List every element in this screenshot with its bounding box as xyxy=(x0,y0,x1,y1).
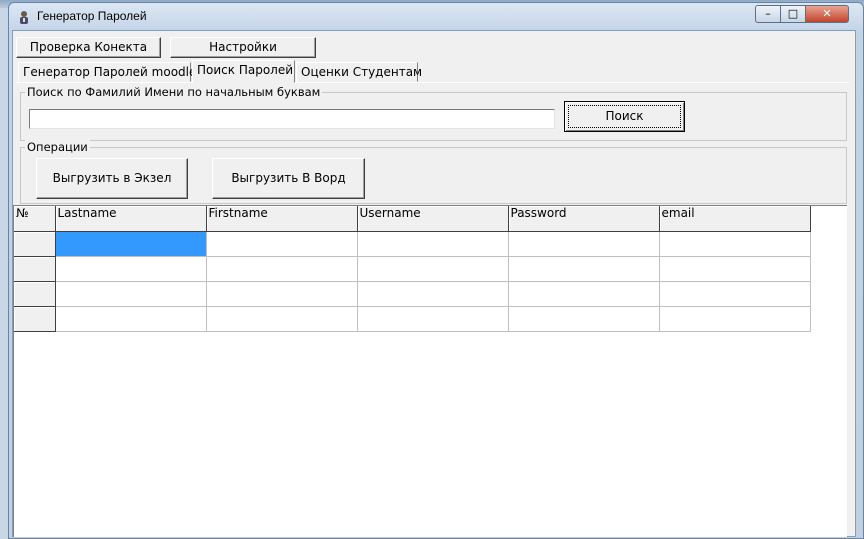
grid-cell[interactable] xyxy=(206,306,358,332)
results-table: № Lastname Firstname Username Password e… xyxy=(14,206,811,332)
grid-cell[interactable] xyxy=(659,256,811,282)
grid-cell[interactable] xyxy=(508,256,660,282)
table-row[interactable] xyxy=(14,281,811,307)
operations-group-label: Операции xyxy=(25,140,90,154)
row-header[interactable] xyxy=(14,306,56,332)
export-excel-button[interactable]: Выгрузить в Экзел xyxy=(36,158,188,199)
grid-cell[interactable] xyxy=(508,231,660,257)
grid-cell[interactable] xyxy=(206,256,358,282)
grid-cell[interactable] xyxy=(206,231,358,257)
tab-password-generator[interactable]: Генератор Паролей moodle xyxy=(18,62,196,82)
search-input[interactable] xyxy=(29,109,555,129)
grid-cell[interactable] xyxy=(659,306,811,332)
tab-panel xyxy=(16,82,849,83)
grid-cell[interactable] xyxy=(659,281,811,307)
tab-student-grades[interactable]: Оценки Студентам xyxy=(296,62,422,82)
grid-cell[interactable] xyxy=(357,256,509,282)
grid-cell[interactable] xyxy=(357,281,509,307)
row-header[interactable] xyxy=(14,281,56,307)
check-connection-button[interactable]: Проверка Конекта xyxy=(16,37,161,58)
column-header-username[interactable]: Username xyxy=(357,206,509,232)
column-header-password[interactable]: Password xyxy=(508,206,660,232)
app-icon xyxy=(20,11,28,24)
row-header[interactable] xyxy=(14,231,56,257)
results-grid[interactable]: № Lastname Firstname Username Password e… xyxy=(13,205,847,537)
grid-cell[interactable] xyxy=(357,306,509,332)
search-group-label: Поиск по Фамилий Имени по начальным букв… xyxy=(25,85,323,99)
grid-cell[interactable] xyxy=(55,256,207,282)
column-header-email[interactable]: email xyxy=(659,206,811,232)
grid-header-row: № Lastname Firstname Username Password e… xyxy=(14,206,811,232)
table-row[interactable] xyxy=(14,256,811,282)
export-word-button[interactable]: Выгрузить В Ворд xyxy=(212,158,365,199)
table-row[interactable] xyxy=(14,231,811,257)
tab-password-search[interactable]: Поиск Паролей xyxy=(192,60,295,83)
grid-cell[interactable] xyxy=(55,281,207,307)
table-row[interactable] xyxy=(14,306,811,332)
column-header-number[interactable]: № xyxy=(14,206,56,232)
column-header-lastname[interactable]: Lastname xyxy=(55,206,207,232)
grid-cell-selected[interactable] xyxy=(55,231,207,257)
grid-cell[interactable] xyxy=(508,306,660,332)
connection-settings-button[interactable]: Настройки Соединения xyxy=(170,37,316,73)
column-header-firstname[interactable]: Firstname xyxy=(206,206,358,232)
search-button[interactable]: Поиск xyxy=(564,101,685,132)
minimize-button[interactable]: – xyxy=(755,5,781,23)
grid-cell[interactable] xyxy=(659,231,811,257)
grid-cell[interactable] xyxy=(206,281,358,307)
title-bar[interactable]: Генератор Паролей – □ ✕ xyxy=(9,3,863,31)
grid-cell[interactable] xyxy=(357,231,509,257)
maximize-button[interactable]: □ xyxy=(780,5,806,23)
grid-cell[interactable] xyxy=(508,281,660,307)
grid-cell[interactable] xyxy=(55,306,207,332)
close-button[interactable]: ✕ xyxy=(805,5,849,23)
window-title: Генератор Паролей xyxy=(37,9,147,23)
row-header[interactable] xyxy=(14,256,56,282)
